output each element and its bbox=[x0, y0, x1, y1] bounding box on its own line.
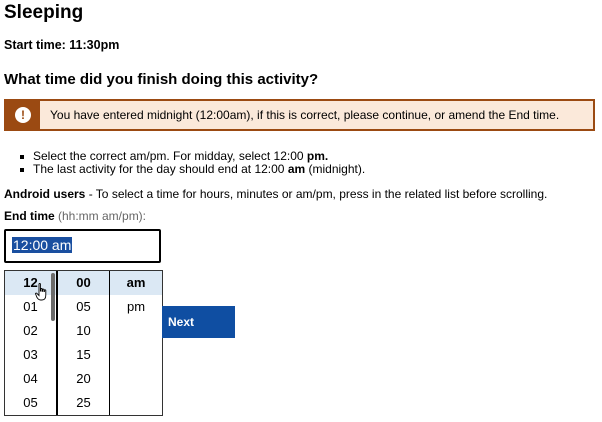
hint-item-midnight: The last activity for the day should end… bbox=[20, 163, 365, 176]
warning-icon-box: ! bbox=[6, 101, 40, 129]
hour-option[interactable]: 02 bbox=[5, 319, 56, 343]
end-time-input[interactable]: 12:00 am bbox=[4, 229, 161, 263]
ampm-option[interactable]: am bbox=[110, 271, 162, 295]
warning-banner: ! You have entered midnight (12:00am), i… bbox=[4, 99, 595, 131]
end-time-label-text: End time bbox=[4, 209, 55, 223]
hint-text: Select the correct am/pm. For midday, se… bbox=[33, 149, 307, 163]
activity-title: Sleeping bbox=[4, 2, 84, 23]
minute-option[interactable]: 20 bbox=[58, 367, 109, 391]
minute-option[interactable]: 00 bbox=[58, 271, 109, 295]
hour-option[interactable]: 03 bbox=[5, 343, 56, 367]
question-heading: What time did you finish doing this acti… bbox=[4, 71, 319, 88]
end-time-label: End time (hh:mm am/pm): bbox=[4, 209, 146, 223]
end-time-format-hint: (hh:mm am/pm): bbox=[54, 209, 147, 223]
minute-column[interactable]: 00 05 10 15 20 25 bbox=[58, 271, 110, 415]
ampm-column[interactable]: am pm bbox=[110, 271, 162, 415]
hint-text: (midnight). bbox=[305, 162, 366, 176]
hour-column[interactable]: 12 01 02 03 04 05 bbox=[5, 271, 58, 415]
minute-option[interactable]: 05 bbox=[58, 295, 109, 319]
next-button-label: Next bbox=[168, 315, 195, 329]
hint-emphasis: pm. bbox=[306, 149, 329, 163]
android-note: Android users - To select a time for hou… bbox=[4, 187, 547, 201]
ampm-option[interactable]: pm bbox=[110, 295, 162, 319]
time-picker-dropdown: 12 01 02 03 04 05 00 05 10 15 20 25 am p… bbox=[4, 270, 163, 416]
hour-option[interactable]: 05 bbox=[5, 391, 56, 415]
end-time-value: 12:00 am bbox=[12, 237, 73, 253]
exclamation-icon: ! bbox=[15, 107, 31, 123]
start-time: Start time: 11:30pm bbox=[4, 38, 120, 52]
page: Sleeping Start time: 11:30pm What time d… bbox=[0, 0, 602, 422]
android-text: - To select a time for hours, minutes or… bbox=[85, 187, 548, 201]
android-label: Android users bbox=[4, 187, 86, 201]
hint-list: Select the correct am/pm. For midday, se… bbox=[20, 150, 365, 176]
hand-cursor-icon bbox=[35, 283, 47, 301]
warning-text: You have entered midnight (12:00am), if … bbox=[50, 108, 560, 122]
minute-option[interactable]: 15 bbox=[58, 343, 109, 367]
hour-option[interactable]: 04 bbox=[5, 367, 56, 391]
hint-text: The last activity for the day should end… bbox=[33, 162, 288, 176]
hour-scrollbar[interactable] bbox=[51, 273, 55, 321]
minute-option[interactable]: 10 bbox=[58, 319, 109, 343]
minute-option[interactable]: 25 bbox=[58, 391, 109, 415]
hint-emphasis: am bbox=[287, 162, 306, 176]
next-button[interactable]: Next bbox=[162, 306, 235, 338]
